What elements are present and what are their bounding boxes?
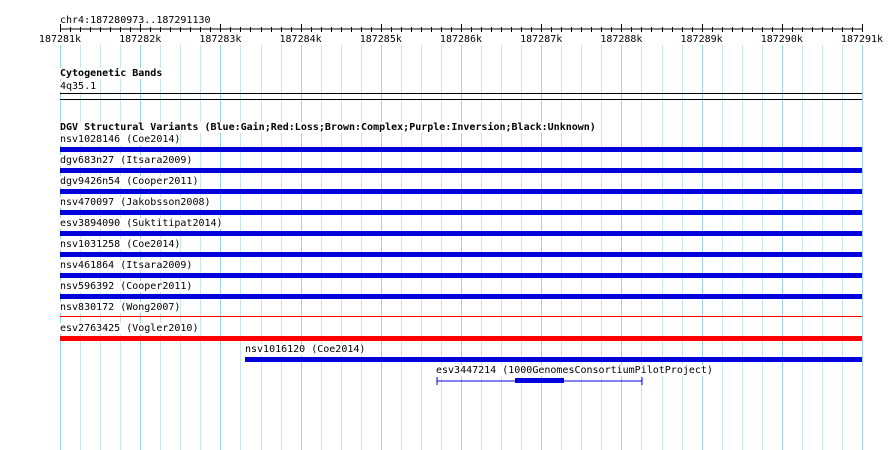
cytoband-bar-top (60, 93, 862, 94)
feature-bar[interactable] (60, 147, 862, 152)
ruler-tick-label: 187284k (279, 34, 322, 45)
feature-label[interactable]: esv3894090 (Suktitipat2014) (60, 218, 223, 229)
ruler-tick-label: 187287k (520, 34, 563, 45)
ruler-tick-label: 187281k (38, 34, 82, 45)
cytoband-bar-bottom (60, 99, 862, 100)
dgv-track-title: DGV Structural Variants (Blue:Gain;Red:L… (60, 122, 596, 133)
feature-bar-thin[interactable] (60, 316, 862, 317)
feature-label[interactable]: esv2763425 (Vogler2010) (60, 323, 199, 334)
ruler-tick-label: 187288k (600, 34, 643, 45)
feature-label[interactable]: nsv1028146 (Coe2014) (60, 134, 181, 145)
feature-label[interactable]: nsv461864 (Itsara2009) (60, 260, 193, 271)
feature-label[interactable]: nsv470097 (Jakobsson2008) (60, 197, 211, 208)
feature-bar[interactable] (60, 189, 862, 194)
feature-label[interactable]: nsv1031258 (Coe2014) (60, 239, 181, 250)
feature-bar[interactable] (60, 273, 862, 278)
ruler-tick-label: 187289k (680, 34, 723, 45)
cytoband-label: 4q35.1 (60, 81, 97, 92)
feature-bar[interactable] (60, 210, 862, 215)
feature-bar[interactable] (60, 336, 862, 341)
feature-gapped-glyph[interactable] (430, 374, 650, 388)
feature-label[interactable]: dgv9426n54 (Cooper2011) (60, 176, 199, 187)
ruler-tick-label: 187282k (119, 34, 162, 45)
feature-bar[interactable] (245, 357, 862, 362)
feature-bar[interactable] (60, 294, 862, 299)
ruler-tick-label: 187286k (439, 34, 483, 45)
ruler-tick-label: 187283k (199, 34, 242, 45)
ruler-tick-label: 187290k (760, 34, 803, 45)
feature-label[interactable]: nsv596392 (Cooper2011) (60, 281, 193, 292)
ruler-tick-label: 187285k (359, 34, 402, 45)
feature-bar[interactable] (60, 252, 862, 257)
feature-label[interactable]: nsv830172 (Wong2007) (60, 302, 181, 313)
feature-label[interactable]: nsv1016120 (Coe2014) (245, 344, 366, 355)
ruler-tick-label: 187291k (840, 34, 884, 45)
feature-bar[interactable] (60, 231, 862, 236)
feature-label[interactable]: dgv683n27 (Itsara2009) (60, 155, 193, 166)
feature-bar[interactable] (60, 168, 862, 173)
cytoband-track-title: Cytogenetic Bands (60, 68, 163, 79)
